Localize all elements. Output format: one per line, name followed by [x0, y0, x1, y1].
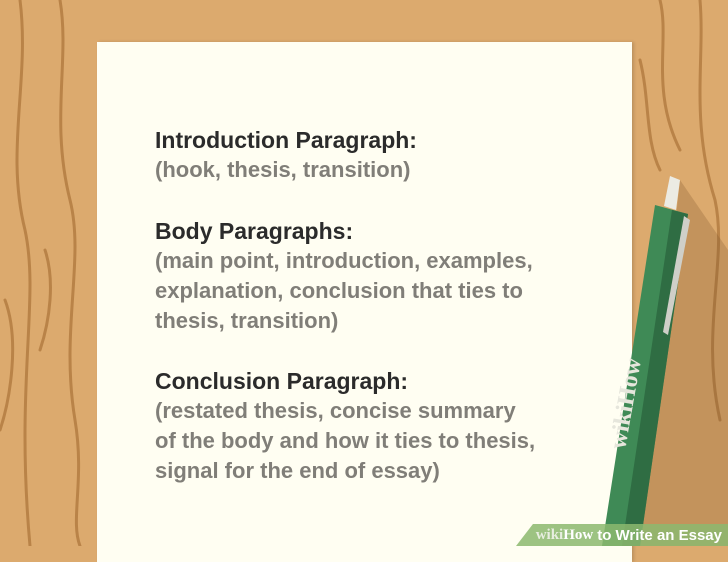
pen-illustration: wikiHow: [602, 176, 728, 546]
watermark-how: How: [563, 526, 594, 543]
watermark-banner: wiki How to Write an Essay: [516, 524, 728, 546]
watermark-wiki: wiki: [535, 526, 564, 543]
watermark-title: to Write an Essay: [597, 526, 722, 544]
